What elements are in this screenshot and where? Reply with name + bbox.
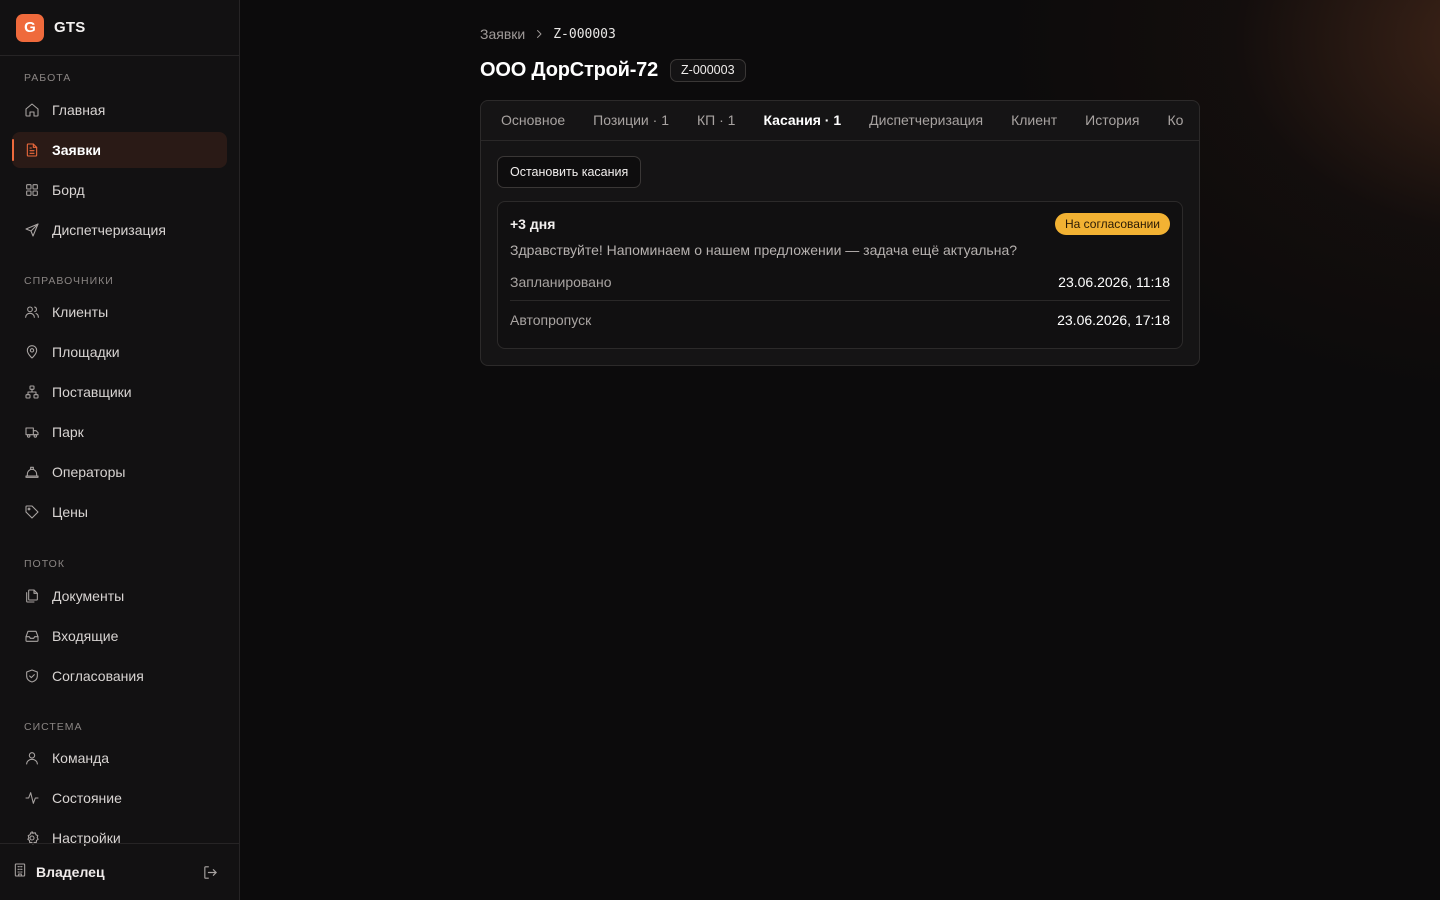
page-header: ООО ДорСтрой-72 Z-000003 xyxy=(480,58,746,82)
scheduled-value: 23.06.2026, 11:18 xyxy=(1058,274,1170,290)
sidebar-item-board[interactable]: Борд xyxy=(12,172,227,208)
sidebar-item-operators[interactable]: Операторы xyxy=(12,454,227,490)
sidebar-item-label: Площадки xyxy=(52,344,120,360)
breadcrumb-requests-link[interactable]: Заявки xyxy=(480,26,525,42)
sidebar-item-suppliers[interactable]: Поставщики xyxy=(12,374,227,410)
grid-icon xyxy=(24,182,40,198)
users-icon xyxy=(24,304,40,320)
section-label-work: РАБОТА xyxy=(24,72,72,84)
autoskip-label: Автопропуск xyxy=(510,311,592,328)
sidebar-item-label: Поставщики xyxy=(52,384,132,400)
sidebar-item-label: Цены xyxy=(52,504,88,520)
sidebar-item-fleet[interactable]: Парк xyxy=(12,414,227,450)
tab-main[interactable]: Основное xyxy=(489,101,577,140)
request-id-badge: Z-000003 xyxy=(670,58,746,82)
section-label-directories: СПРАВОЧНИКИ xyxy=(24,275,114,287)
autoskip-row: Автопропуск 23.06.2026, 17:18 xyxy=(510,301,1170,338)
send-icon xyxy=(24,222,40,238)
sidebar-item-label: Диспетчеризация xyxy=(52,222,166,238)
page-title: ООО ДорСтрой-72 xyxy=(480,58,659,81)
sidebar-item-team[interactable]: Команда xyxy=(12,740,227,776)
sidebar-item-home[interactable]: Главная xyxy=(12,92,227,128)
truck-icon xyxy=(24,424,40,440)
sidebar-item-dispatch[interactable]: Диспетчеризация xyxy=(12,212,227,248)
file-text-icon xyxy=(24,142,40,158)
sidebar-item-label: Документы xyxy=(52,588,125,604)
tab-dispatch[interactable]: Диспетчеризация xyxy=(857,101,995,140)
log-out-icon[interactable] xyxy=(202,864,219,886)
touch-offset: +3 дня xyxy=(510,216,556,232)
chevron-right-icon xyxy=(533,28,545,40)
hard-hat-icon xyxy=(24,464,40,480)
sidebar-item-label: Главная xyxy=(52,102,106,118)
sidebar-item-label: Входящие xyxy=(52,628,119,644)
tab-bar: Основное Позиции · 1 КП · 1 Касания · 1 … xyxy=(481,101,1199,141)
brand-name: GTS xyxy=(54,19,86,36)
sidebar-item-prices[interactable]: Цены xyxy=(12,494,227,530)
breadcrumb-current: Z-000003 xyxy=(553,26,616,42)
map-pin-icon xyxy=(24,344,40,360)
sidebar-item-approvals[interactable]: Согласования xyxy=(12,658,227,694)
tab-positions[interactable]: Позиции · 1 xyxy=(581,101,681,140)
brand-logo: G xyxy=(16,13,44,42)
sidebar-item-sites[interactable]: Площадки xyxy=(12,334,227,370)
network-icon xyxy=(24,384,40,400)
stop-touches-button[interactable]: Остановить касания xyxy=(497,156,642,188)
scheduled-label: Запланировано xyxy=(510,274,612,290)
brand[interactable]: G GTS xyxy=(0,0,239,56)
home-icon xyxy=(24,102,40,118)
scheduled-row: Запланировано 23.06.2026, 11:18 xyxy=(510,264,1170,301)
sidebar-footer: Владелец xyxy=(0,843,239,900)
sidebar: G GTS РАБОТА Главная Заявки Борд Диспетч… xyxy=(0,0,240,900)
tab-history[interactable]: История xyxy=(1073,101,1151,140)
sidebar-item-label: Операторы xyxy=(52,464,126,480)
tab-overflow[interactable]: Ко xyxy=(1155,101,1195,140)
sidebar-item-label: Парк xyxy=(52,424,84,440)
sidebar-item-label: Состояние xyxy=(52,790,122,806)
tab-touches[interactable]: Касания · 1 xyxy=(751,101,853,140)
sidebar-item-label: Команда xyxy=(52,750,110,766)
sidebar-item-clients[interactable]: Клиенты xyxy=(12,294,227,330)
sidebar-item-documents[interactable]: Документы xyxy=(12,578,227,614)
activity-icon xyxy=(24,790,40,806)
autoskip-value: 23.06.2026, 17:18 xyxy=(1057,311,1170,328)
sidebar-item-inbox[interactable]: Входящие xyxy=(12,618,227,654)
request-card: Основное Позиции · 1 КП · 1 Касания · 1 … xyxy=(480,100,1200,366)
inbox-icon xyxy=(24,628,40,644)
user-role[interactable]: Владелец xyxy=(36,864,105,880)
sidebar-item-label: Клиенты xyxy=(52,304,109,320)
user-icon xyxy=(24,750,40,766)
files-icon xyxy=(24,588,40,604)
tag-icon xyxy=(24,504,40,520)
touch-message: Здравствуйте! Напоминаем о нашем предлож… xyxy=(510,242,1018,258)
building-icon xyxy=(12,862,28,883)
sidebar-item-label: Борд xyxy=(52,182,85,198)
sidebar-item-status[interactable]: Состояние xyxy=(12,780,227,816)
touch-item: +3 дня На согласовании Здравствуйте! Нап… xyxy=(497,201,1183,349)
sidebar-item-label: Заявки xyxy=(52,142,101,158)
breadcrumb: Заявки Z-000003 xyxy=(480,25,616,43)
shield-check-icon xyxy=(24,668,40,684)
section-label-system: СИСТЕМА xyxy=(24,721,83,733)
section-label-flow: ПОТОК xyxy=(24,558,65,570)
status-badge: На согласовании xyxy=(1054,213,1170,235)
tab-quotes[interactable]: КП · 1 xyxy=(685,101,747,140)
sidebar-item-requests[interactable]: Заявки xyxy=(12,132,227,168)
tab-client[interactable]: Клиент xyxy=(999,101,1069,140)
sidebar-item-label: Согласования xyxy=(52,668,144,684)
